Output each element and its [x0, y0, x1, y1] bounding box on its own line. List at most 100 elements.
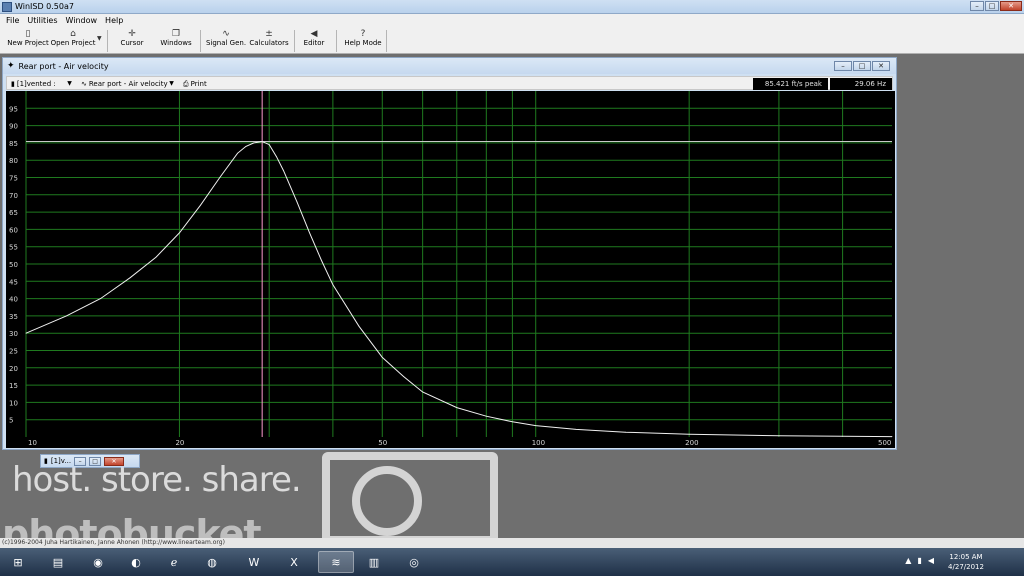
toolbar-separator [386, 30, 387, 52]
menu-file[interactable]: File [6, 16, 19, 25]
y-tick-label: 45 [9, 278, 18, 286]
data-point [403, 376, 404, 377]
air-velocity-chart[interactable]: 5 10 15 20 25 30 35 40 45 50 55 60 65 70 75 80 85 90 95 10 2… [6, 91, 895, 448]
project-selector-label: [1]vented : [16, 80, 56, 88]
help-mode-button[interactable]: ? Help Mode [344, 29, 382, 53]
y-tick-label: 20 [9, 365, 18, 373]
data-point [155, 256, 157, 258]
y-tick-label: 25 [9, 348, 18, 356]
winisd-taskbar-icon[interactable]: ≋ [318, 551, 354, 573]
child-close-button[interactable]: ✕ [872, 61, 890, 71]
y-tick-label: 80 [9, 157, 18, 165]
project-dropdown-icon[interactable]: ▼ [65, 78, 74, 89]
open-folder-icon: ⌂ [70, 29, 76, 39]
minimized-window[interactable]: ▮ [1]v... – □ ✕ [40, 454, 140, 468]
data-point [358, 325, 360, 327]
app-taskbar-icon[interactable]: ◎ [396, 551, 432, 573]
tray-arrow-icon[interactable]: ▲ [905, 556, 911, 565]
start-button[interactable]: ⊞ [4, 551, 32, 573]
data-point [842, 435, 843, 437]
chart-svg: 5 10 15 20 25 30 35 40 45 50 55 60 65 70 75 80 85 90 95 10 2… [6, 91, 895, 448]
windows-icon: ❐ [171, 29, 181, 39]
word-taskbar-icon[interactable]: W [236, 551, 272, 573]
main-toolbar: ▯ New Project ⌂ Open Project ▼ ✛ Cursor … [0, 27, 1024, 54]
graph-dropdown-icon[interactable]: ▼ [167, 78, 176, 89]
x-tick-label: 20 [175, 439, 184, 447]
child-minimize-button[interactable]: – [834, 61, 852, 71]
data-point [100, 298, 101, 299]
editor-label: Editor [303, 39, 325, 47]
y-tick-label: 95 [9, 105, 18, 113]
data-point [261, 141, 263, 142]
data-point [219, 177, 221, 178]
volume-icon[interactable]: ◀ [928, 556, 934, 565]
clock[interactable]: 12:05 AM 4/27/2012 [946, 552, 986, 572]
data-point [456, 407, 458, 408]
excel-taskbar-icon[interactable]: X [276, 551, 312, 573]
ie-taskbar-icon[interactable]: ℯ [156, 551, 192, 573]
graph-selector-label: Rear port - Air velocity [88, 80, 168, 88]
project-selector[interactable]: ▮ [1]vented : [11, 78, 56, 90]
data-point [891, 436, 893, 437]
editor-button[interactable]: ◀ Editor [300, 29, 328, 53]
data-point [381, 357, 383, 358]
y-tick-label: 85 [9, 140, 18, 148]
minimize-button[interactable]: – [970, 1, 984, 11]
minimized-window-title: [1]v... [50, 457, 72, 465]
signal-gen-button[interactable]: ∿ Signal Gen. [206, 29, 246, 53]
menu-utilities[interactable]: Utilities [27, 16, 57, 25]
data-point [253, 142, 255, 144]
x-tick-label: 10 [28, 439, 37, 447]
x-tick-label: 200 [685, 439, 698, 447]
min-restore-button[interactable]: – [74, 456, 87, 466]
data-point [575, 429, 577, 430]
app-icon [2, 1, 12, 12]
min-close-button[interactable]: ✕ [104, 456, 125, 466]
y-tick-label: 5 [9, 417, 13, 425]
cursor-button[interactable]: ✛ Cursor [118, 29, 146, 53]
data-point [688, 433, 690, 435]
data-point [276, 156, 277, 158]
graph-selector[interactable]: ∿ Rear port - Air velocity [81, 78, 168, 90]
x-tick-label: 100 [532, 439, 545, 447]
explorer-taskbar-icon[interactable]: ▤ [40, 551, 76, 573]
toolbar-separator [336, 30, 337, 52]
menu-window[interactable]: Window [66, 16, 98, 25]
toolbar-separator [294, 30, 295, 52]
graph-toolbar: ▮ [1]vented : ▼ ∿ Rear port - Air veloci… [6, 76, 893, 90]
media-taskbar-icon[interactable]: ◐ [118, 551, 154, 573]
child-maximize-button[interactable]: □ [853, 61, 871, 71]
y-tick-label: 10 [9, 399, 18, 407]
calculators-button[interactable]: ± Calculators [249, 29, 288, 53]
min-maximize-button[interactable]: □ [89, 456, 102, 466]
system-tray: ▲ ▮ ◀ [905, 556, 934, 565]
battery-icon[interactable]: ▮ [917, 556, 921, 565]
curve-icon: ∿ [81, 80, 87, 88]
close-button[interactable]: ✕ [1000, 1, 1022, 11]
print-label: Print [190, 80, 207, 88]
cursor-label: Cursor [120, 39, 144, 47]
firefox-taskbar-icon[interactable]: ◍ [194, 551, 230, 573]
print-button[interactable]: ⎙ Print [183, 78, 207, 90]
data-point [625, 431, 626, 433]
maximize-button[interactable]: □ [985, 1, 999, 11]
new-project-label: New Project [7, 39, 49, 47]
y-tick-label: 70 [9, 192, 18, 200]
y-tick-label: 55 [9, 244, 18, 252]
toolbar-separator [200, 30, 201, 52]
clock-date: 4/27/2012 [948, 563, 984, 571]
open-project-dropdown-icon[interactable]: ▼ [97, 35, 102, 42]
data-point [25, 332, 27, 334]
chrome-taskbar-icon[interactable]: ◉ [80, 551, 116, 573]
data-point [512, 421, 513, 423]
windows-button[interactable]: ❐ Windows [158, 29, 194, 53]
open-project-button[interactable]: ⌂ Open Project [51, 29, 96, 53]
data-point [237, 152, 238, 154]
new-project-button[interactable]: ▯ New Project [7, 29, 49, 53]
menu-help[interactable]: Help [105, 16, 123, 25]
graph-window-title: Rear port - Air velocity [18, 61, 109, 71]
folder-taskbar-icon[interactable]: ▥ [356, 551, 392, 573]
data-point [332, 284, 334, 286]
cursor-icon: ✛ [128, 29, 136, 39]
y-tick-label: 50 [9, 261, 18, 269]
